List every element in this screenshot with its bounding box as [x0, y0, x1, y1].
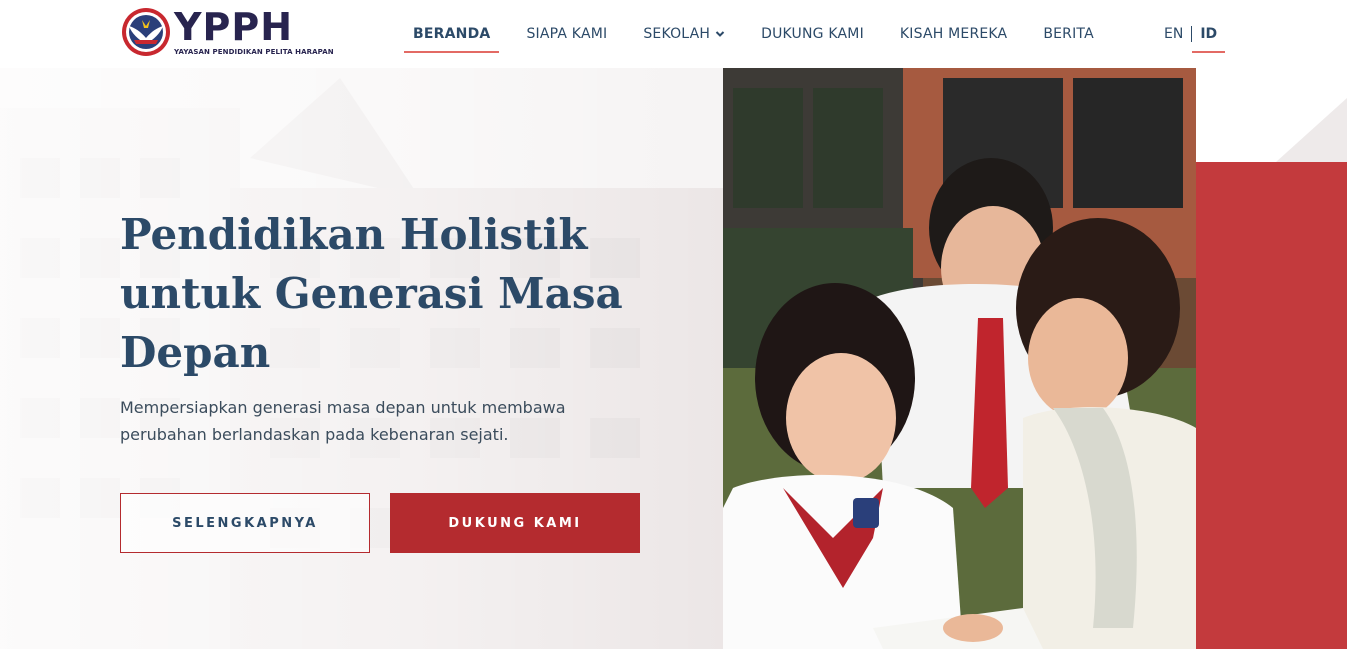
- selengkapnya-button[interactable]: SELENGKAPNYA: [120, 493, 370, 553]
- site-header: YPPH YAYASAN PENDIDIKAN PELITA HARAPAN B…: [0, 0, 1347, 68]
- nav-item-label: SEKOLAH: [643, 26, 711, 42]
- nav-item-sekolah[interactable]: SEKOLAH: [634, 0, 734, 68]
- main-nav: BERANDA SIAPA KAMI SEKOLAH DUKUNG KAMI K…: [404, 0, 1121, 68]
- logo-wordmark: YPPH: [174, 5, 294, 49]
- nav-item-label: BERANDA: [413, 26, 491, 42]
- lang-option-id[interactable]: ID: [1192, 0, 1226, 68]
- corner-decoration: [1196, 68, 1347, 162]
- students-photo: [723, 68, 1196, 649]
- nav-item-label: KISAH MEREKA: [899, 26, 1008, 42]
- nav-item-siapa-kami[interactable]: SIAPA KAMI: [517, 0, 616, 68]
- red-accent-panel: [1196, 162, 1347, 649]
- nav-item-label: SIAPA KAMI: [526, 26, 608, 42]
- logo[interactable]: YPPH YAYASAN PENDIDIKAN PELITA HARAPAN: [120, 6, 334, 58]
- nav-item-label: BERITA: [1043, 26, 1094, 42]
- dukung-kami-button[interactable]: DUKUNG KAMI: [390, 493, 640, 553]
- chevron-down-icon: [715, 31, 725, 37]
- nav-item-kisah-mereka[interactable]: KISAH MEREKA: [891, 0, 1016, 68]
- hero-subtitle: Mempersiapkan generasi masa depan untuk …: [120, 398, 566, 444]
- language-switcher: EN ID: [1156, 0, 1226, 68]
- ypph-eagle-emblem-icon: [122, 8, 170, 56]
- lang-option-en[interactable]: EN: [1156, 0, 1191, 68]
- nav-item-beranda[interactable]: BERANDA: [404, 0, 500, 68]
- nav-item-dukung-kami[interactable]: DUKUNG KAMI: [752, 0, 873, 68]
- hero-title: Pendidikan Holistik untuk Generasi Masa …: [120, 210, 623, 377]
- hero-photo-students: [723, 68, 1196, 649]
- logo-tagline: YAYASAN PENDIDIKAN PELITA HARAPAN: [174, 48, 334, 56]
- nav-item-label: DUKUNG KAMI: [761, 26, 864, 42]
- nav-item-berita[interactable]: BERITA: [1034, 0, 1103, 68]
